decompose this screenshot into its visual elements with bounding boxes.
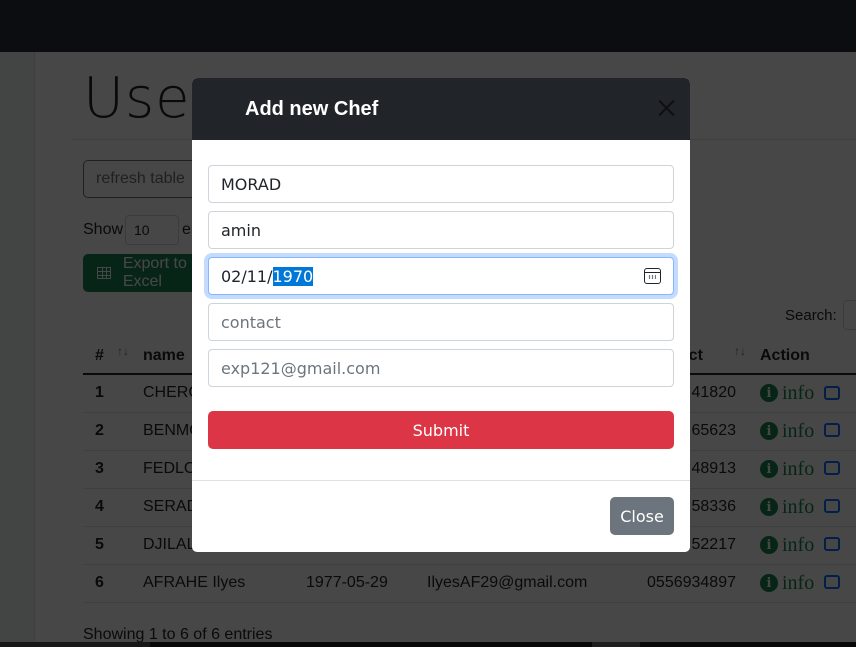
close-icon[interactable]: [654, 96, 678, 120]
email-input[interactable]: [208, 349, 674, 387]
last-name-input[interactable]: [208, 211, 674, 249]
top-navbar-dimmed: [0, 0, 856, 52]
submit-button[interactable]: Submit: [208, 411, 674, 449]
modal-body: 02/11/1970 Submit: [192, 140, 690, 481]
first-name-input[interactable]: [208, 165, 674, 203]
calendar-icon[interactable]: [644, 268, 661, 284]
close-button[interactable]: Close: [610, 497, 674, 535]
add-chef-modal: Add new Chef 02/11/1970 Submit Close: [192, 78, 690, 552]
date-year-selected: 1970: [272, 266, 314, 286]
date-value: 02/11/1970: [221, 266, 314, 286]
birthdate-input[interactable]: 02/11/1970: [208, 257, 674, 295]
contact-input[interactable]: [208, 303, 674, 341]
modal-title: Add new Chef: [245, 98, 379, 120]
modal-footer: Close: [192, 481, 690, 552]
modal-header: Add new Chef: [192, 78, 690, 140]
